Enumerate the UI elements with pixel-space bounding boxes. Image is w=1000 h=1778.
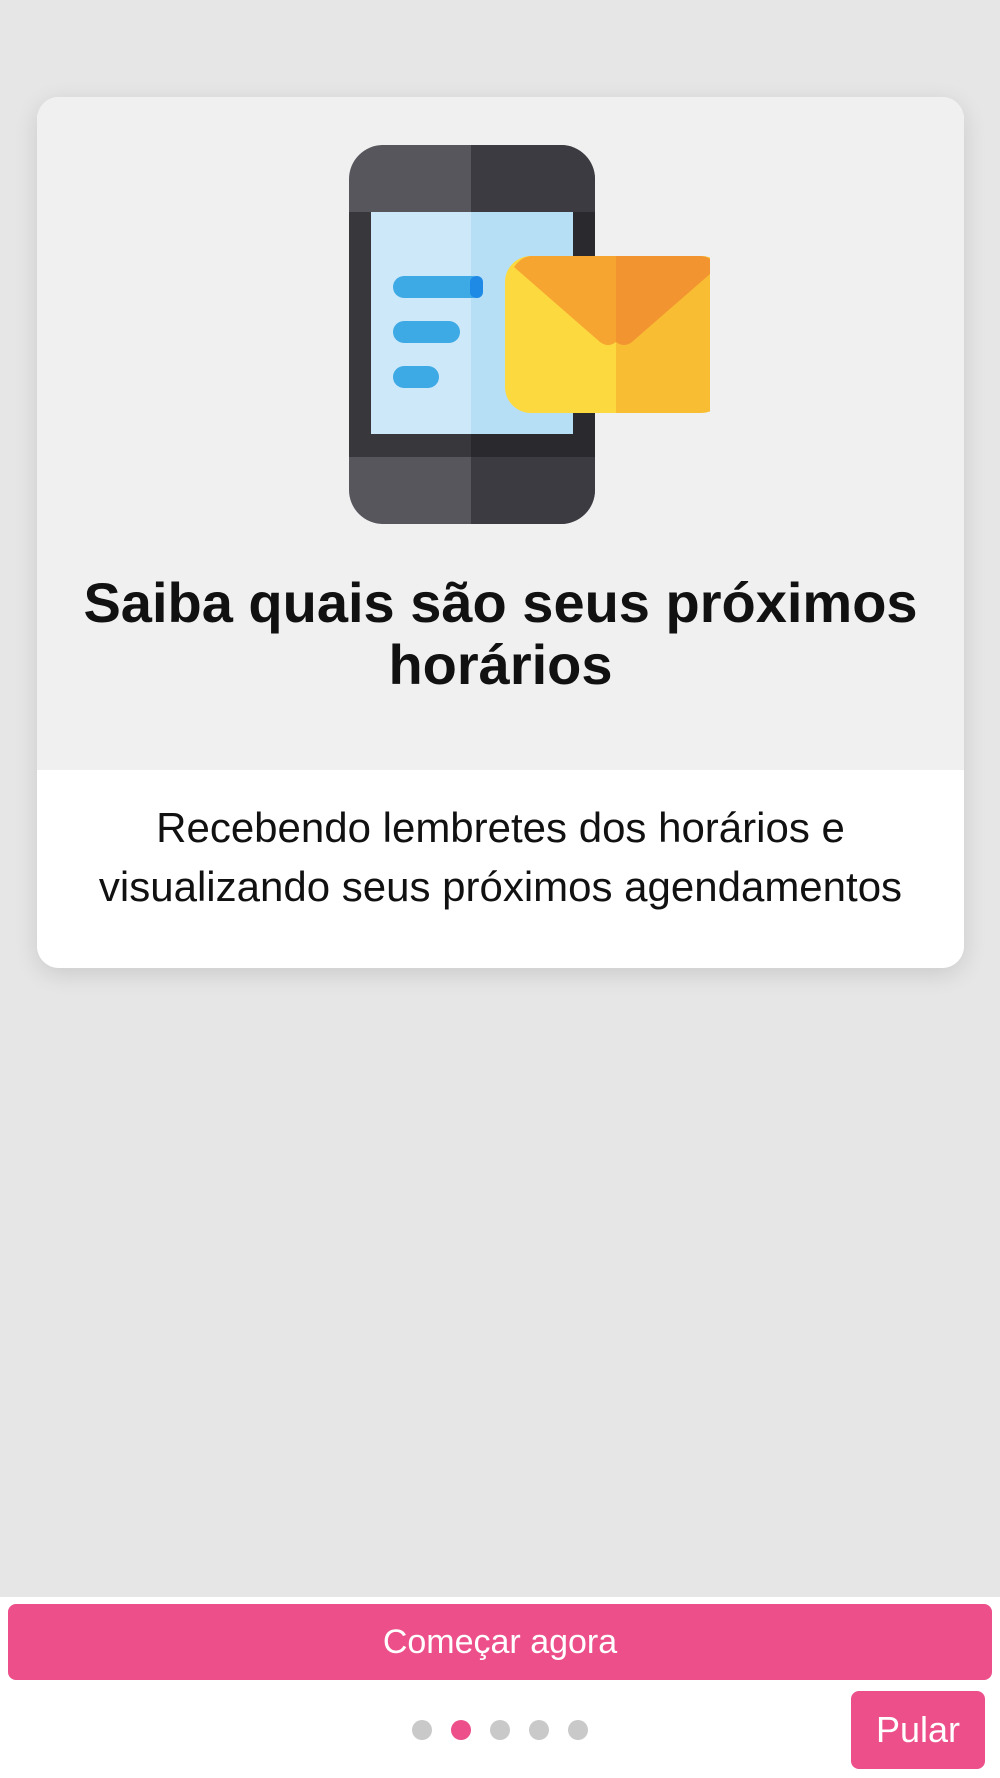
- phone-with-message-envelope-icon: [310, 145, 710, 530]
- pagination-dot-3[interactable]: [490, 1720, 510, 1740]
- pagination-dot-5[interactable]: [568, 1720, 588, 1740]
- onboarding-footer: Começar agora Pular: [0, 1597, 1000, 1778]
- card-body: Recebendo lembretes dos horários e visua…: [37, 770, 964, 968]
- skip-button[interactable]: Pular: [851, 1691, 985, 1769]
- onboarding-description: Recebendo lembretes dos horários e visua…: [98, 804, 903, 910]
- onboarding-card: Saiba quais são seus próximos horários R…: [37, 97, 964, 968]
- pagination-dot-2-active[interactable]: [451, 1720, 471, 1740]
- card-header: Saiba quais são seus próximos horários: [37, 97, 964, 770]
- onboarding-screen: Saiba quais são seus próximos horários R…: [0, 0, 1000, 1778]
- onboarding-title: Saiba quais são seus próximos horários: [83, 571, 918, 696]
- pagination-dot-4[interactable]: [529, 1720, 549, 1740]
- pagination-dot-1[interactable]: [412, 1720, 432, 1740]
- pagination-dots: [412, 1720, 588, 1740]
- start-now-button[interactable]: Começar agora: [8, 1604, 992, 1680]
